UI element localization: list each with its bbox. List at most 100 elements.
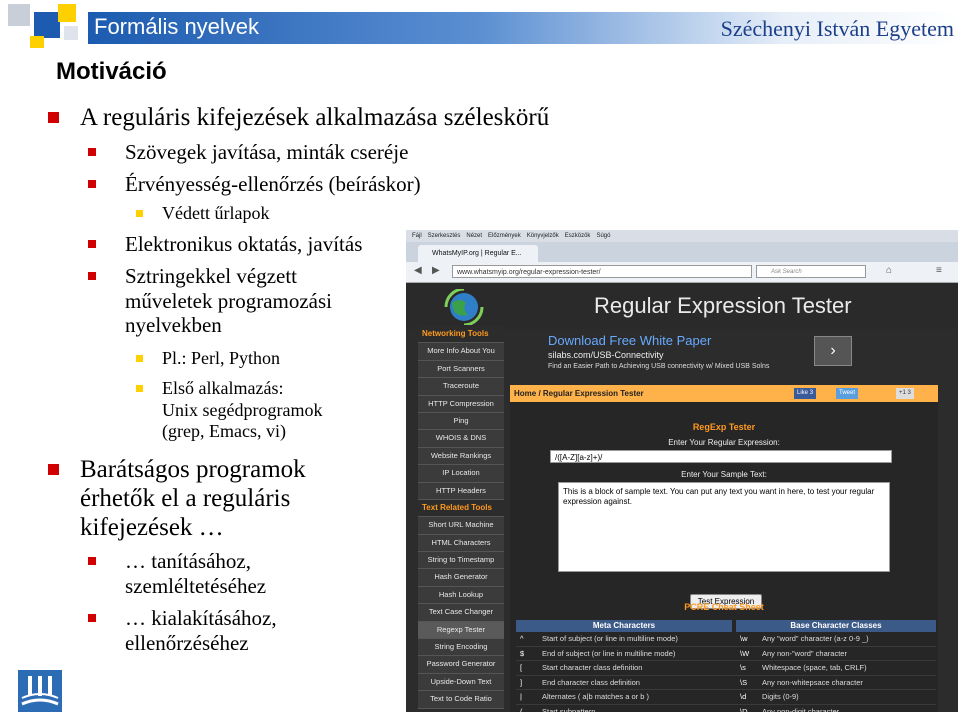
table-cell-symbol: \W — [740, 648, 750, 658]
bullet-item: Szövegek javítása, minták cseréje — [88, 140, 408, 165]
gplus-label: +1 — [899, 390, 906, 396]
bullet-item: Pl.: Perl, Python — [136, 348, 281, 370]
globe-logo-icon — [444, 289, 484, 325]
tweet-button[interactable]: Tweet — [836, 388, 859, 399]
sidebar-item[interactable]: Short URL Machine — [418, 517, 504, 535]
bullet-line: Védett űrlapok — [162, 203, 270, 223]
bullet-line: A reguláris kifejezések alkalmazása szél… — [80, 104, 550, 131]
table-row: \S Any non-whitepsace character — [736, 676, 936, 691]
table-row: \s Whitespace (space, tab, CRLF) — [736, 661, 936, 676]
bullet-line: Barátságos programok — [80, 456, 306, 483]
home-icon[interactable]: ⌂ — [886, 265, 892, 276]
search-field[interactable]: Ask Search — [756, 265, 866, 278]
table-row: (Start subpattern — [516, 705, 736, 712]
menu-icon[interactable]: ≡ — [936, 265, 942, 276]
sidebar-item[interactable]: String Encoding — [418, 639, 504, 657]
menu-item[interactable]: Előzmények — [488, 233, 521, 239]
sidebar-item[interactable]: HTTP Compression — [418, 395, 504, 413]
bullet-line: ellenőrzéséhez — [125, 630, 249, 655]
bullet-line: Érvényesség-ellenőrzés (beíráskor) — [125, 172, 421, 196]
menu-item[interactable]: Súgó — [596, 233, 610, 239]
sidebar-item[interactable]: Ping — [418, 412, 504, 431]
like-button[interactable]: Like 3 — [794, 388, 817, 399]
bullet-line: Pl.: Perl, Python — [162, 348, 281, 368]
table-cell-symbol: \s — [740, 663, 746, 673]
sidebar-item[interactable]: Text Case Changer — [418, 604, 504, 622]
sidebar-item[interactable]: String to Timestamp — [418, 552, 504, 570]
sample-label: Enter Your Sample Text: — [681, 470, 767, 479]
bullet-item: Sztringekkel végzett műveletek programozá… — [88, 264, 332, 338]
bullet-line: (grep, Emacs, vi) — [162, 421, 286, 441]
sidebar-item[interactable]: HTTP Headers — [418, 482, 504, 500]
like-label: Like — [797, 390, 809, 396]
bullet-marker-icon — [136, 355, 143, 363]
sidebar-item[interactable]: Traceroute — [418, 378, 504, 396]
base-classes-table: \w Any "word" character (a-z 0-9 _) \W Any … — [736, 632, 936, 712]
tweet-label: Tweet — [839, 390, 856, 396]
bullet-marker-icon — [88, 557, 96, 566]
sidebar-item[interactable]: Text to Code Ratio — [418, 691, 504, 709]
table-cell-symbol: \S — [740, 677, 748, 687]
gplus-button[interactable]: +1 3 — [896, 388, 914, 399]
tools-sidebar: Networking Tools More Info About You Port … — [418, 326, 504, 712]
table-cell-description: Any "word" character (a-z 0-9 _) — [762, 634, 869, 643]
logo-square-white — [64, 26, 78, 40]
url-field[interactable]: www.whatsmyip.org/regular-expression-tes… — [452, 265, 752, 278]
menu-item[interactable]: Eszközök — [565, 233, 591, 239]
ad-block[interactable]: Download Free White Paper silabs.com/USB… — [514, 330, 850, 378]
bullet-item: Érvényesség-ellenőrzés (beíráskor) — [88, 172, 421, 197]
sidebar-heading: Text Related Tools — [418, 499, 504, 518]
regex-input[interactable]: /([A-Z][a-z]+)/ — [550, 450, 892, 463]
bullet-marker-icon — [88, 148, 96, 157]
university-name: Széchenyi István Egyetem — [720, 16, 954, 41]
sidebar-item[interactable]: More Info About You — [418, 343, 504, 361]
sidebar-item[interactable]: Password Generator — [418, 656, 504, 674]
table-cell-description: Any non-"word" character — [762, 648, 847, 658]
menu-item[interactable]: Nézet — [466, 233, 482, 239]
table-row: ^ Start of subject (or line in multiline … — [516, 632, 736, 647]
sidebar-item[interactable]: Upside-Down Text — [418, 673, 504, 692]
table-cell-symbol: $ — [520, 648, 525, 658]
bullet-marker-icon — [88, 240, 96, 249]
meta-characters-table: ^ Start of subject (or line in multiline … — [516, 632, 736, 712]
sidebar-item[interactable]: IP Location — [418, 465, 504, 483]
bullet-line: szemléltetéséhez — [125, 573, 267, 598]
ad-headline[interactable]: Download Free White Paper — [548, 333, 711, 348]
table-row: ] End character class definition — [516, 676, 736, 691]
sidebar-item[interactable]: Hash Lookup — [418, 586, 504, 605]
table-cell-description: Digits (0-9) — [762, 692, 799, 702]
table-cell-description: Start character class definition — [542, 663, 643, 673]
menu-item[interactable]: Fájl — [412, 233, 422, 239]
base-classes-header: Base Character Classes — [736, 620, 936, 632]
table-cell-symbol: ] — [520, 677, 523, 687]
university-logo-icon — [18, 670, 62, 712]
sidebar-item[interactable]: WHOIS & DNS — [418, 430, 504, 448]
menu-item[interactable]: Szerkesztés — [428, 233, 461, 239]
table-cell-description: Any non-digit character — [762, 706, 840, 712]
bullet-item: A reguláris kifejezések alkalmazása szél… — [48, 103, 550, 132]
ad-arrow-button[interactable]: › — [814, 336, 852, 366]
bullet-item: Első alkalmazás: Unix segédprogramok (grep… — [136, 378, 322, 443]
browser-addressbar: ◀ ▶ www.whatsmyip.org/regular-expression… — [406, 262, 958, 283]
sidebar-item[interactable]: Regexp Tester — [418, 621, 504, 640]
sidebar-item[interactable]: HTML Characters — [418, 534, 504, 553]
sample-textarea[interactable]: This is a block of sample text. You can … — [558, 482, 890, 572]
menu-item[interactable]: Könyvjelzők — [527, 233, 559, 239]
table-row: \W Any non-"word" character — [736, 647, 936, 662]
sidebar-item[interactable]: Hash Generator — [418, 569, 504, 587]
table-row: | Alternates ( a|b matches a or b ) — [516, 690, 736, 705]
bullet-item: Védett űrlapok — [136, 203, 270, 225]
sidebar-item[interactable]: Website Rankings — [418, 447, 504, 466]
breadcrumb[interactable]: Home / Regular Expression Tester — [510, 385, 938, 402]
page-title: Regular Expression Tester — [594, 293, 852, 318]
ad-source[interactable]: silabs.com/USB-Connectivity — [548, 350, 664, 360]
bullet-marker-icon — [136, 385, 143, 393]
forward-arrow-icon[interactable]: ▶ — [432, 265, 440, 276]
back-arrow-icon[interactable]: ◀ — [414, 265, 422, 276]
table-cell-description: End of subject (or line in multiline mod… — [542, 648, 676, 658]
gplus-count: 3 — [907, 390, 911, 396]
sidebar-item[interactable]: Port Scanners — [418, 360, 504, 379]
meta-characters-header: Meta Characters — [516, 620, 732, 632]
browser-tab[interactable]: WhatsMyIP.org | Regular E... — [418, 245, 538, 262]
bullet-line: nyelvekben — [125, 313, 222, 337]
